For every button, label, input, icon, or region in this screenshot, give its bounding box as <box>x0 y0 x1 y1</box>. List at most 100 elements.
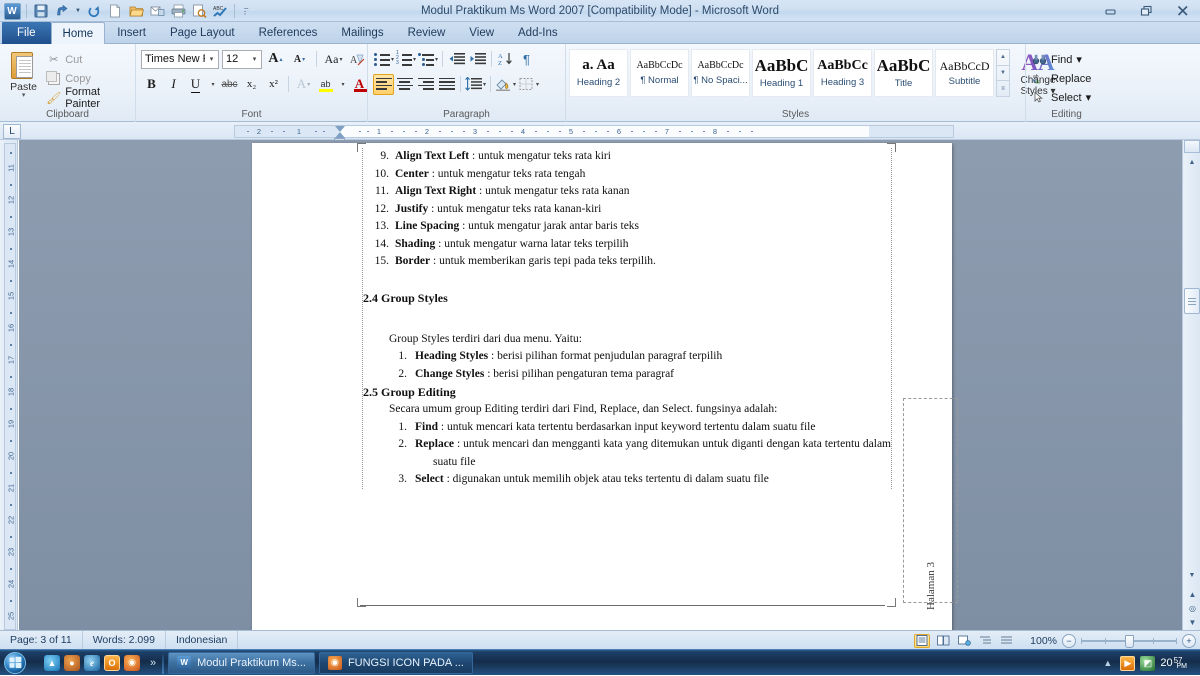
media-player-icon[interactable]: ● <box>64 654 80 671</box>
next-page-button[interactable]: ▼ <box>1185 615 1200 629</box>
superscript-button[interactable]: x² <box>263 74 284 95</box>
font-size-combo[interactable]: 12 ▾ <box>222 49 262 69</box>
scrollbar-thumb[interactable] <box>1184 288 1200 314</box>
document-page[interactable]: 9. Align Text Left : untuk mengatur teks … <box>252 143 958 630</box>
cut-button[interactable]: ✂ Cut <box>44 51 132 68</box>
grow-font-button[interactable]: A ▴ <box>265 49 286 70</box>
select-chevron-down-icon[interactable]: ▾ <box>1086 91 1092 104</box>
system-clock[interactable]: 20 57 PM <box>1160 656 1194 670</box>
tab-page-layout[interactable]: Page Layout <box>158 22 247 44</box>
status-page-indicator[interactable]: Page: 3 of 11 <box>0 630 83 650</box>
print-preview-icon[interactable] <box>189 2 209 21</box>
multilevel-list-button[interactable]: ▾ <box>417 49 439 70</box>
style-heading-1[interactable]: AaBbC Heading 1 <box>752 49 811 97</box>
view-print-layout-button[interactable] <box>914 633 931 648</box>
borders-button[interactable]: ▾ <box>517 74 540 95</box>
status-language[interactable]: Indonesian <box>166 630 239 650</box>
document-workspace[interactable]: 9. Align Text Left : untuk mengatur teks … <box>19 140 1182 630</box>
tab-stop-selector-button[interactable]: L <box>3 124 21 139</box>
find-chevron-down-icon[interactable]: ▾ <box>1076 53 1082 66</box>
restore-button[interactable] <box>1134 2 1160 19</box>
office-icon[interactable]: O <box>104 654 120 671</box>
undo-dropdown-icon[interactable]: ▼ <box>73 2 83 21</box>
view-web-layout-button[interactable] <box>956 634 972 648</box>
show-formatting-marks-button[interactable]: ¶ <box>516 49 537 70</box>
font-size-chevron-down-icon[interactable]: ▾ <box>248 55 261 63</box>
tab-mailings[interactable]: Mailings <box>329 22 395 44</box>
zoom-slider-handle[interactable] <box>1125 634 1134 648</box>
font-name-combo[interactable]: Times New Rom ▾ <box>141 49 219 69</box>
underline-dropdown[interactable]: ▾ <box>207 74 218 95</box>
styles-more-icon[interactable]: ≡ <box>997 80 1009 96</box>
style-no-spacing[interactable]: AaBbCcDc ¶ No Spaci... <box>691 49 750 97</box>
tab-insert[interactable]: Insert <box>105 22 158 44</box>
customize-qat-icon[interactable]: ⋮̄ <box>239 2 251 21</box>
increase-indent-button[interactable] <box>467 49 488 70</box>
line-spacing-button[interactable]: ▾ <box>464 74 487 95</box>
justify-button[interactable] <box>436 74 457 95</box>
vertical-ruler-track[interactable]: 11 12 13 14 15 16 17 18 19 20 21 22 23 2… <box>4 143 16 630</box>
vertical-scrollbar[interactable]: ▲ ▲ ◎ ▼ ▼ <box>1182 140 1200 630</box>
clear-formatting-button[interactable]: A <box>347 49 368 70</box>
redo-icon[interactable] <box>84 2 104 21</box>
shrink-font-button[interactable]: A ▾ <box>289 49 310 70</box>
open-folder-icon[interactable] <box>126 2 146 21</box>
winrar-tray-icon[interactable]: ◩ <box>1140 655 1156 671</box>
tab-add-ins[interactable]: Add-Ins <box>506 22 570 44</box>
sort-button[interactable]: AZ <box>495 49 516 70</box>
style-subtitle[interactable]: AaBbCcD Subtitle <box>935 49 994 97</box>
tab-view[interactable]: View <box>457 22 506 44</box>
view-draft-button[interactable] <box>998 634 1014 648</box>
quick-print-icon[interactable] <box>168 2 188 21</box>
page-body-text[interactable]: 9. Align Text Left : untuk mengatur teks … <box>362 148 892 489</box>
bullets-button[interactable]: ▾ <box>373 49 395 70</box>
subscript-button[interactable]: x₂ <box>241 74 262 95</box>
paste-button[interactable]: Paste ▾ <box>3 48 44 99</box>
replace-button[interactable]: ab ac Replace <box>1029 69 1091 88</box>
font-name-chevron-down-icon[interactable]: ▾ <box>205 55 218 63</box>
strikethrough-button[interactable]: abc <box>219 74 240 95</box>
highlight-dropdown[interactable]: ▾ <box>337 74 348 95</box>
zoom-slider[interactable] <box>1081 634 1177 648</box>
select-browse-object-button[interactable]: ◎ <box>1185 601 1200 615</box>
style-title[interactable]: AaBbC Title <box>874 49 933 97</box>
spelling-check-icon[interactable]: ABC <box>210 2 230 21</box>
internet-explorer-icon[interactable]: e <box>84 654 100 671</box>
align-right-button[interactable] <box>415 74 436 95</box>
styles-scroll-down-icon[interactable]: ▼ <box>997 64 1009 81</box>
zoom-in-button[interactable]: + <box>1182 633 1196 648</box>
email-icon[interactable] <box>147 2 167 21</box>
format-painter-button[interactable]: 🖌 Format Painter <box>44 86 132 110</box>
paste-dropdown-arrow[interactable]: ▾ <box>22 92 26 99</box>
minimize-button[interactable] <box>1098 2 1124 19</box>
style-heading-2[interactable]: a. Aa Heading 2 <box>569 49 628 97</box>
italic-button[interactable]: I <box>163 74 184 95</box>
style-normal[interactable]: AaBbCcDc ¶ Normal <box>630 49 689 97</box>
zoom-out-button[interactable]: − <box>1062 633 1076 648</box>
copy-button[interactable]: Copy <box>44 70 132 87</box>
align-center-button[interactable] <box>394 74 415 95</box>
view-full-screen-reading-button[interactable] <box>935 634 951 648</box>
styles-gallery-scrollbar[interactable]: ▲ ▼ ≡ <box>996 49 1010 97</box>
quick-launch-overflow-icon[interactable]: » <box>150 657 156 669</box>
firefox-icon[interactable]: ◉ <box>124 654 140 671</box>
show-hidden-icons-button[interactable]: ▲ <box>1100 656 1115 671</box>
change-case-button[interactable]: Aa ▾ <box>323 49 344 70</box>
close-button[interactable] <box>1170 2 1196 19</box>
scroll-down-button[interactable]: ▼ <box>1183 567 1200 584</box>
tab-home[interactable]: Home <box>50 22 106 44</box>
taskbar-item-word[interactable]: W Modul Praktikum Ms... <box>168 651 315 674</box>
styles-scroll-up-icon[interactable]: ▲ <box>997 50 1009 65</box>
horizontal-ruler-track[interactable]: 2 1 1 2 3 4 5 6 7 8 <box>234 125 954 143</box>
view-outline-button[interactable] <box>977 634 993 648</box>
split-window-handle[interactable] <box>1184 140 1200 153</box>
align-left-button[interactable] <box>373 73 394 95</box>
scroll-up-button[interactable]: ▲ <box>1183 154 1200 171</box>
tab-file[interactable]: File <box>2 22 51 44</box>
page-number-textbox[interactable]: Halaman 3 <box>903 398 958 610</box>
decrease-indent-button[interactable] <box>446 49 467 70</box>
bold-button[interactable]: B <box>141 74 162 95</box>
status-word-count[interactable]: Words: 2.099 <box>83 630 166 650</box>
style-heading-3[interactable]: AaBbCc Heading 3 <box>813 49 872 97</box>
word-logo-icon[interactable]: W <box>2 2 22 21</box>
